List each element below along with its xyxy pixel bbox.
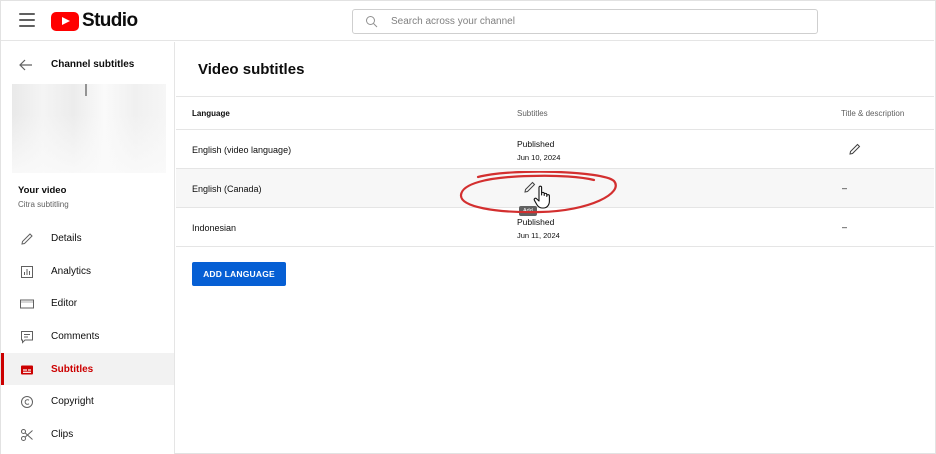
add-subtitles-pencil-icon[interactable] — [523, 180, 537, 194]
sidebar-item-editor[interactable]: Editor — [1, 287, 174, 320]
subtitle-status: Published — [517, 139, 555, 149]
edit-title-pencil-icon[interactable] — [848, 142, 862, 156]
subtitles-table: Language Subtitles Title & description E… — [176, 96, 934, 247]
search-input[interactable] — [391, 16, 791, 27]
comments-icon — [21, 331, 33, 344]
studio-logo[interactable]: Studio — [51, 10, 138, 31]
table-row[interactable]: English (Canada) – — [176, 169, 934, 208]
column-header-title-description: Title & description — [841, 109, 905, 118]
table-row[interactable]: English (video language) Published Jun 1… — [176, 130, 934, 169]
menu-icon[interactable] — [19, 13, 35, 27]
logo-text: Studio — [82, 10, 138, 31]
table-row[interactable]: Indonesian Published Jun 11, 2024 – — [176, 208, 934, 247]
subtitle-date: Jun 11, 2024 — [517, 231, 560, 240]
row-language: English (video language) — [192, 145, 292, 155]
add-language-button[interactable]: ADD LANGUAGE — [192, 262, 286, 286]
add-tooltip: Add — [519, 206, 537, 216]
youtube-play-icon — [51, 11, 79, 31]
row-title-description: – — [842, 183, 848, 193]
sidebar-item-comments[interactable]: Comments — [1, 320, 174, 353]
search-box[interactable] — [352, 9, 818, 34]
row-subtitles-status[interactable]: Published Jun 10, 2024 — [517, 138, 560, 164]
table-header: Language Subtitles Title & description — [176, 97, 934, 130]
sidebar-title: Channel subtitles — [51, 59, 135, 70]
sidebar-item-label: Copyright — [51, 396, 94, 408]
back-arrow-icon[interactable] — [19, 58, 33, 71]
sidebar-item-label: Comments — [51, 330, 100, 342]
search-icon[interactable] — [363, 9, 389, 34]
main-content: Video subtitles Language Subtitles Title… — [176, 42, 934, 454]
row-subtitles-status[interactable]: Published Jun 11, 2024 — [517, 216, 560, 242]
column-header-language: Language — [192, 109, 230, 118]
subtitle-status: Published — [517, 217, 555, 227]
your-video-label: Your video — [18, 185, 67, 196]
sidebar-item-analytics[interactable]: Analytics — [1, 255, 174, 288]
sidebar-item-clips[interactable]: Clips — [1, 418, 174, 451]
subtitle-date: Jun 10, 2024 — [517, 153, 561, 162]
pencil-icon — [21, 233, 33, 245]
sidebar-nav: Details Analytics Editor Comments Subtit… — [1, 222, 174, 451]
sidebar-item-subtitles[interactable]: Subtitles — [1, 352, 174, 386]
top-bar: Studio — [1, 1, 934, 41]
video-name: Citra subtitling — [18, 200, 69, 209]
scissors-icon — [21, 429, 33, 442]
column-header-subtitles: Subtitles — [517, 109, 548, 118]
video-thumbnail[interactable] — [12, 84, 166, 173]
analytics-icon — [21, 265, 33, 278]
sidebar-item-label: Details — [51, 232, 82, 244]
sidebar-item-label: Subtitles — [51, 363, 94, 375]
editor-icon — [20, 299, 34, 309]
row-language: Indonesian — [192, 223, 237, 233]
row-language: English (Canada) — [192, 184, 262, 194]
sidebar: Channel subtitles Your video Citra subti… — [1, 42, 175, 454]
sidebar-item-details[interactable]: Details — [1, 222, 174, 255]
subtitles-icon — [21, 365, 33, 375]
page-title: Video subtitles — [198, 61, 305, 78]
sidebar-item-label: Analytics — [51, 265, 92, 277]
copyright-icon — [21, 396, 33, 409]
sidebar-item-copyright[interactable]: Copyright — [1, 385, 174, 418]
sidebar-item-label: Editor — [51, 298, 78, 310]
sidebar-item-label: Clips — [51, 428, 74, 440]
row-title-description: – — [842, 222, 848, 232]
